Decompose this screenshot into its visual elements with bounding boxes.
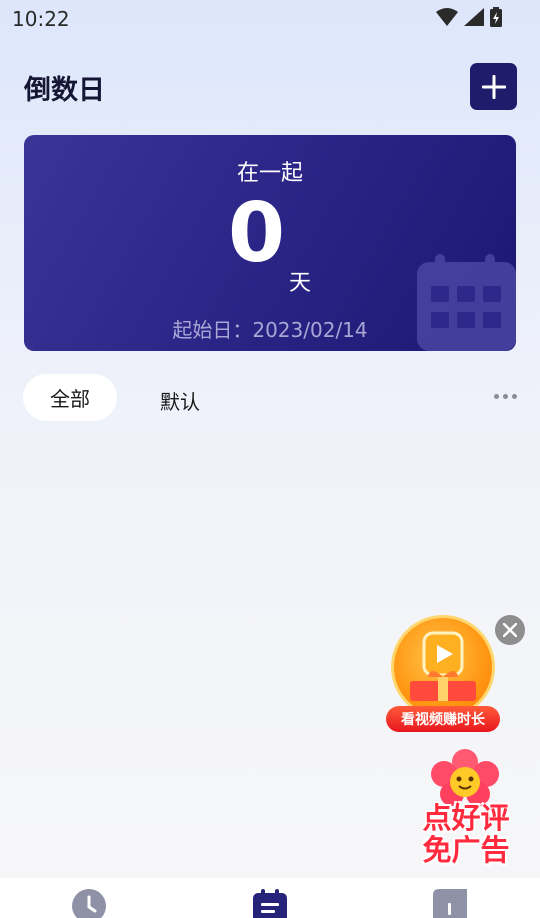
wifi-icon (436, 8, 458, 26)
nav-note[interactable] (433, 889, 467, 918)
status-bar: 10:22 (0, 0, 540, 36)
plus-icon (481, 74, 506, 99)
days-count: 0 (228, 186, 286, 281)
nav-clock[interactable] (72, 889, 106, 918)
status-icons (436, 7, 502, 27)
close-icon (503, 623, 517, 637)
page-title: 倒数日 (24, 75, 105, 106)
video-ad-label: 看视频赚时长 (386, 706, 500, 732)
more-options-button[interactable] (494, 394, 517, 399)
note-icon (433, 889, 467, 918)
more-horizontal-icon (494, 394, 499, 399)
nav-countdown[interactable] (253, 889, 287, 918)
video-gift-icon (410, 631, 476, 701)
rate-ad-line1: 点好评 (422, 801, 510, 835)
battery-icon (490, 7, 502, 27)
countdown-card[interactable]: 在一起 0 天 起始日：2023/02/14 (24, 135, 516, 351)
watch-video-ad[interactable]: 看视频赚时长 (386, 615, 500, 735)
tab-default-label: 默认 (160, 390, 200, 414)
tab-all[interactable]: 全部 (23, 374, 117, 421)
add-button[interactable] (470, 63, 517, 110)
status-time: 10:22 (12, 7, 70, 31)
signal-icon (464, 8, 484, 26)
rate-ad-line2: 免广告 (422, 833, 510, 867)
clock-icon (72, 889, 106, 918)
tab-default[interactable]: 默认 (160, 386, 200, 415)
tab-all-label: 全部 (50, 387, 90, 411)
days-unit: 天 (289, 271, 312, 296)
event-title: 在一起 (236, 161, 303, 186)
start-date: 起始日：2023/02/14 (172, 318, 368, 342)
rate-ad-text: 点好评 免广告 (418, 802, 514, 866)
bottom-nav (0, 878, 540, 918)
calendar-list-icon (253, 889, 287, 918)
rate-app-ad[interactable]: 点好评 免广告 (416, 748, 514, 870)
